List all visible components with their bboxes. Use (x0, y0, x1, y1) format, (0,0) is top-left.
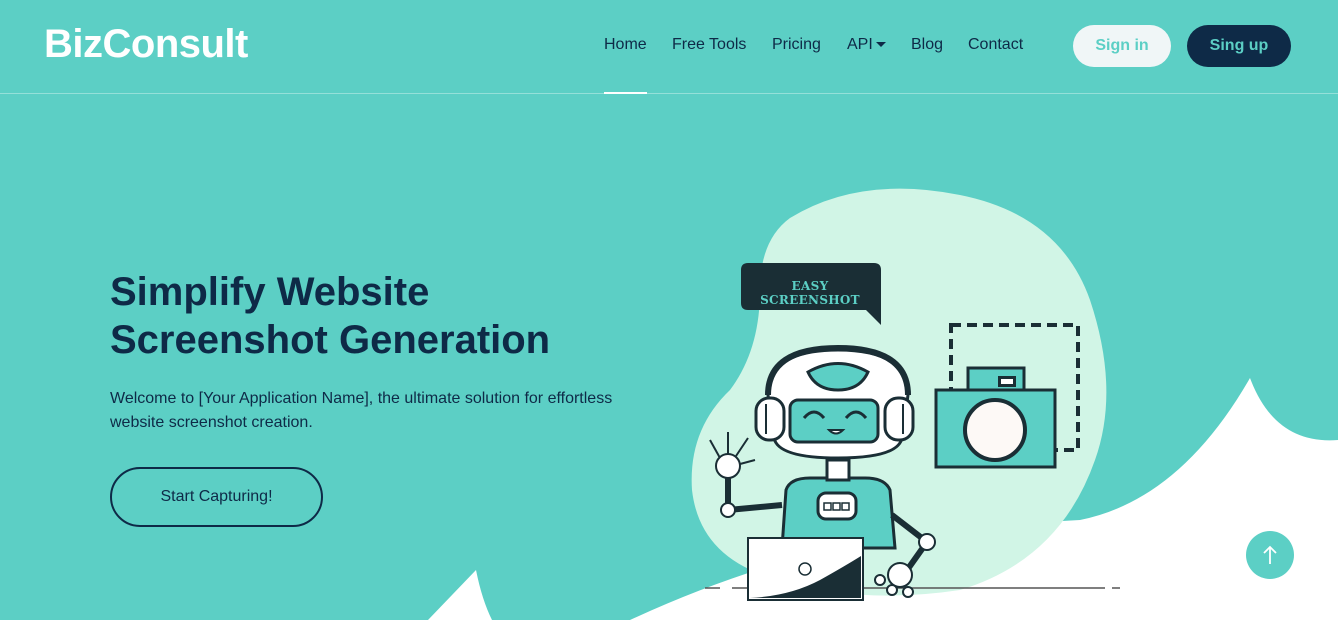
nav-api[interactable]: API (847, 36, 886, 54)
hero-title: Simplify Website Screenshot Generation (110, 268, 630, 364)
left-wave-shape (428, 570, 492, 620)
sign-up-button[interactable]: Sing up (1187, 25, 1291, 67)
nav-home[interactable]: Home (604, 36, 647, 94)
start-capturing-button[interactable]: Start Capturing! (110, 467, 323, 527)
speech-bubble-text: EASY SCREENSHOT (760, 279, 860, 307)
nav-blog[interactable]: Blog (911, 36, 943, 54)
hero-title-line-1: Simplify Website (110, 270, 430, 314)
sign-in-button[interactable]: Sign in (1073, 25, 1171, 67)
robot-screenshot-illustration (691, 188, 1120, 601)
scroll-to-top-button[interactable] (1246, 531, 1294, 579)
nav-pricing[interactable]: Pricing (772, 36, 821, 54)
nav-contact[interactable]: Contact (968, 36, 1023, 54)
navbar: BizConsult Home Free Tools Pricing API B… (0, 0, 1338, 94)
hero-description: Welcome to [Your Application Name], the … (110, 390, 613, 431)
nav-free-tools[interactable]: Free Tools (672, 36, 746, 54)
brand-logo[interactable]: BizConsult (44, 22, 248, 67)
arrow-up-icon (1263, 545, 1277, 564)
nav-api-label: API (847, 36, 873, 53)
caret-down-icon (875, 42, 886, 48)
hero-title-line-2: Screenshot Generation (110, 318, 551, 362)
